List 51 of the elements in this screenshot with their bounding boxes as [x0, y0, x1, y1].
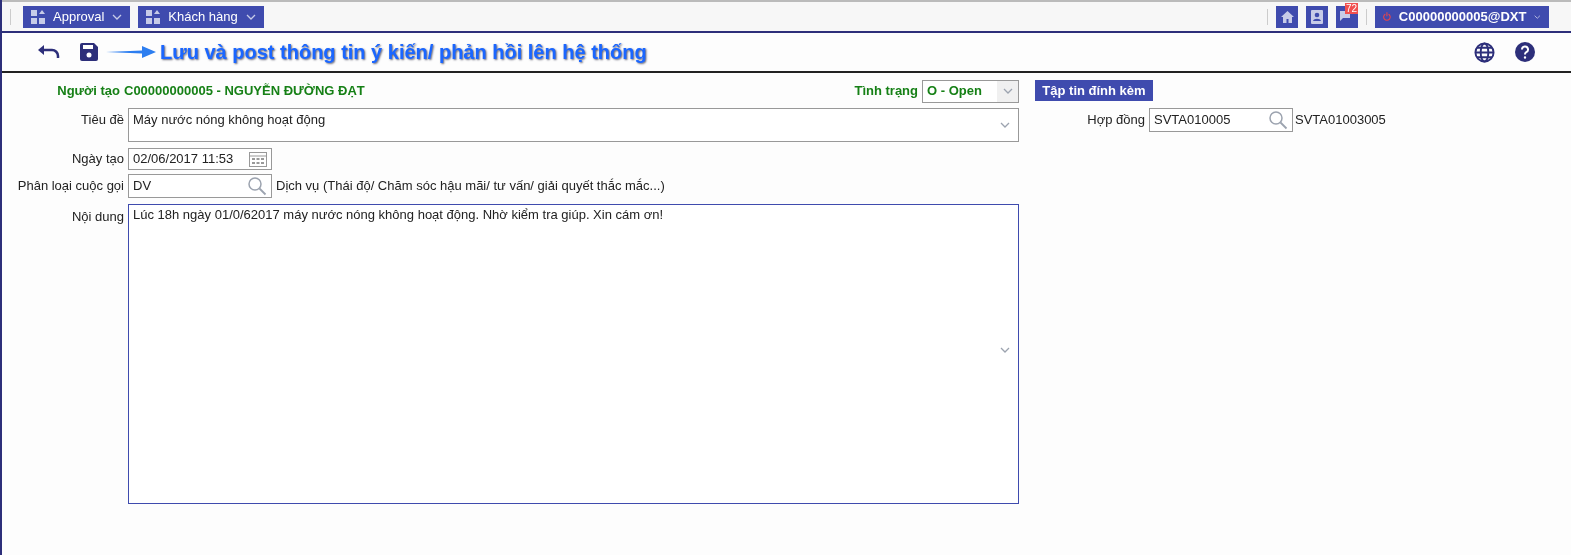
date-value: 02/06/2017 11:53 [133, 150, 235, 169]
home-icon [1280, 10, 1294, 23]
contact-card-icon [1311, 9, 1323, 24]
power-icon [1383, 10, 1391, 23]
contact-button[interactable] [1306, 5, 1328, 28]
status-value: O - Open [926, 82, 983, 101]
content-label: Nội dung [70, 208, 125, 226]
chevron-icon [1000, 122, 1010, 128]
status-dropdown[interactable]: O - Open [922, 79, 1019, 103]
date-field[interactable]: 02/06/2017 11:53 [128, 148, 272, 170]
title-value: Máy nước nóng không hoạt động [133, 111, 327, 129]
home-button[interactable] [1276, 5, 1298, 28]
undo-button[interactable] [38, 45, 60, 59]
category-value: DV [133, 177, 153, 196]
menu-button[interactable]: Approval [23, 5, 131, 28]
date-label: Ngày tạo [70, 150, 125, 169]
chevron-icon [112, 13, 123, 20]
content-field[interactable]: Lúc 18h ngày 01/0/62017 máy nước nóng không hoạt động. Nhờ kiểm tra giúp. Xin cám ơn! [128, 204, 1019, 504]
category-description: Dịch vụ (Thái độ/ Chăm sóc hậu mãi/ tư vấn/ giải quyết thắc mắc...) [275, 177, 665, 196]
save-icon [80, 43, 98, 61]
category-field[interactable]: DV [128, 174, 272, 198]
creator-label: Người tạo [56, 82, 121, 101]
help-icon [1515, 42, 1535, 62]
category-label: Phân loại cuộc gọi [16, 177, 125, 196]
notification-badge: 72 [1344, 2, 1358, 14]
globe-button[interactable] [1474, 41, 1495, 63]
chevron-icon [1002, 88, 1013, 94]
grid-icon [146, 9, 161, 24]
menu-button[interactable]: Khách hàng [138, 5, 264, 28]
globe-icon [1474, 41, 1495, 63]
title-field[interactable]: Máy nước nóng không hoạt động [128, 108, 1019, 142]
attach-files-button[interactable]: Tập tin đính kèm [1035, 80, 1153, 101]
grid-icon [31, 9, 45, 24]
contract-field[interactable]: SVTA010005 [1149, 108, 1293, 132]
status-label: Tình trạng [854, 82, 919, 101]
contract-description: SVTA01003005 [1294, 111, 1386, 130]
creator-value: C00000000005 - NGUYỄN ĐƯỜNG ĐẠT [124, 82, 365, 101]
undo-icon [38, 45, 60, 59]
chevron-icon [1534, 13, 1541, 20]
help-button[interactable] [1515, 42, 1535, 62]
save-button[interactable] [80, 43, 98, 61]
user-menu-button[interactable]: C00000000005@DXT [1375, 5, 1549, 28]
content-value: Lúc 18h ngày 01/0/62017 máy nước nóng không hoạt động. Nhờ kiểm tra giúp. Xin cám ơn! [133, 206, 665, 224]
calendar-icon[interactable] [249, 151, 267, 167]
messages-button[interactable]: 72 [1336, 5, 1358, 28]
contract-value: SVTA010005 [1154, 111, 1232, 130]
title-label: Tiêu đề [80, 111, 125, 129]
chevron-icon [245, 13, 256, 20]
chevron-icon [1000, 347, 1010, 353]
annotation-text: Lưu và post thông tin ý kiến/ phản hồi lên hệ thống [160, 40, 647, 65]
contract-label: Hợp đồng [1086, 111, 1146, 130]
